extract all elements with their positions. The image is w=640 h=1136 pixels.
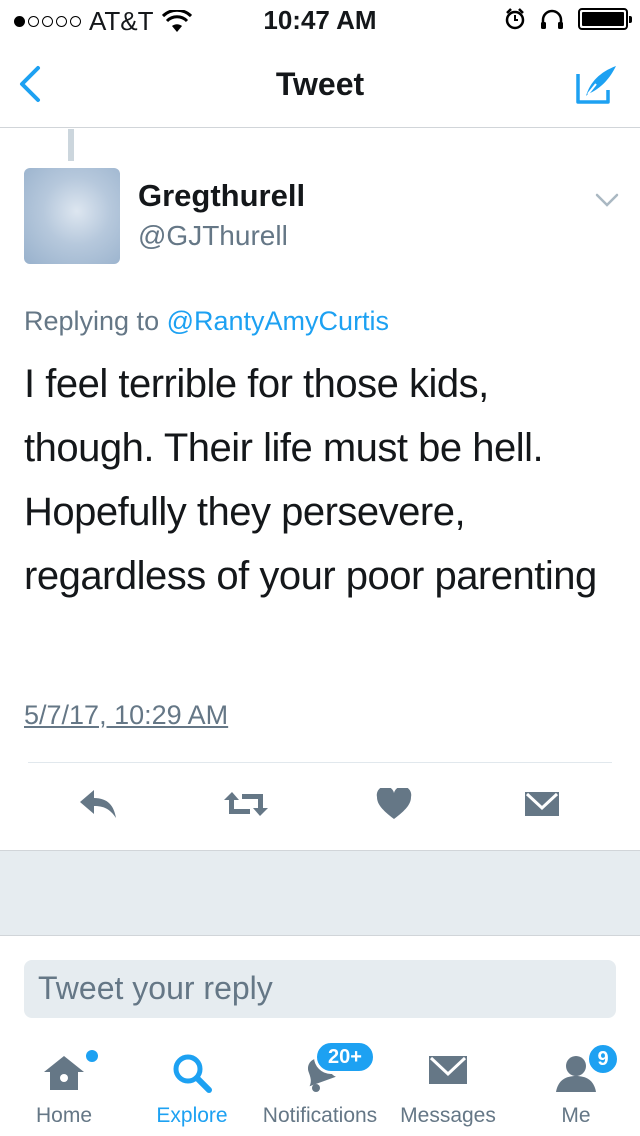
tab-notifications[interactable]: 20+ Notifications xyxy=(256,1030,384,1136)
retweet-button[interactable] xyxy=(222,780,270,828)
tab-label: Notifications xyxy=(262,1104,378,1127)
home-new-dot xyxy=(86,1050,98,1062)
alarm-icon xyxy=(505,8,525,30)
search-icon xyxy=(173,1054,212,1093)
separator-area xyxy=(0,850,640,936)
direct-message-button[interactable] xyxy=(518,780,566,828)
replying-to-line: Replying to @RantyAmyCurtis xyxy=(24,306,389,337)
avatar[interactable] xyxy=(24,168,120,264)
user-handle[interactable]: @GJThurell xyxy=(138,220,288,252)
home-icon xyxy=(44,1056,84,1090)
tab-home[interactable]: Home xyxy=(8,1030,120,1136)
status-right xyxy=(504,7,632,31)
like-button[interactable] xyxy=(370,780,418,828)
nav-bar: Tweet xyxy=(0,40,640,128)
headphones-icon xyxy=(541,9,563,29)
chevron-down-icon[interactable] xyxy=(594,190,620,210)
reply-button[interactable] xyxy=(74,780,122,828)
reply-icon xyxy=(80,790,116,818)
thread-connector-line xyxy=(68,129,74,161)
tab-label: Messages xyxy=(400,1104,496,1127)
page-title: Tweet xyxy=(275,66,365,102)
tab-label: Home xyxy=(35,1104,93,1127)
mention-link[interactable]: @RantyAmyCurtis xyxy=(167,306,389,336)
retweet-icon xyxy=(224,792,268,816)
tweet-text: I feel terrible for those kids, though. … xyxy=(24,362,597,598)
compose-tweet-button[interactable] xyxy=(574,64,618,106)
me-badge: 9 xyxy=(586,1042,620,1076)
notifications-badge: 20+ xyxy=(314,1040,376,1074)
envelope-icon xyxy=(429,1056,467,1084)
divider xyxy=(28,762,612,763)
tab-bar: Home Explore 20+ Notifications Messages … xyxy=(0,1030,640,1136)
status-bar: AT&T 10:47 AM xyxy=(0,0,640,40)
tab-label: Explore xyxy=(156,1104,228,1127)
reply-input[interactable]: Tweet your reply xyxy=(24,960,616,1018)
tab-me[interactable]: 9 Me xyxy=(520,1030,632,1136)
tab-explore[interactable]: Explore xyxy=(136,1030,248,1136)
replying-prefix: Replying to xyxy=(24,306,160,336)
battery-icon xyxy=(578,8,632,30)
display-name[interactable]: Gregthurell xyxy=(138,178,305,214)
heart-icon xyxy=(376,788,412,819)
envelope-icon xyxy=(525,792,559,816)
tab-messages[interactable]: Messages xyxy=(392,1030,504,1136)
tweet-timestamp[interactable]: 5/7/17, 10:29 AM xyxy=(24,700,228,731)
tweet-actions xyxy=(0,780,640,834)
tab-label: Me xyxy=(561,1104,591,1127)
